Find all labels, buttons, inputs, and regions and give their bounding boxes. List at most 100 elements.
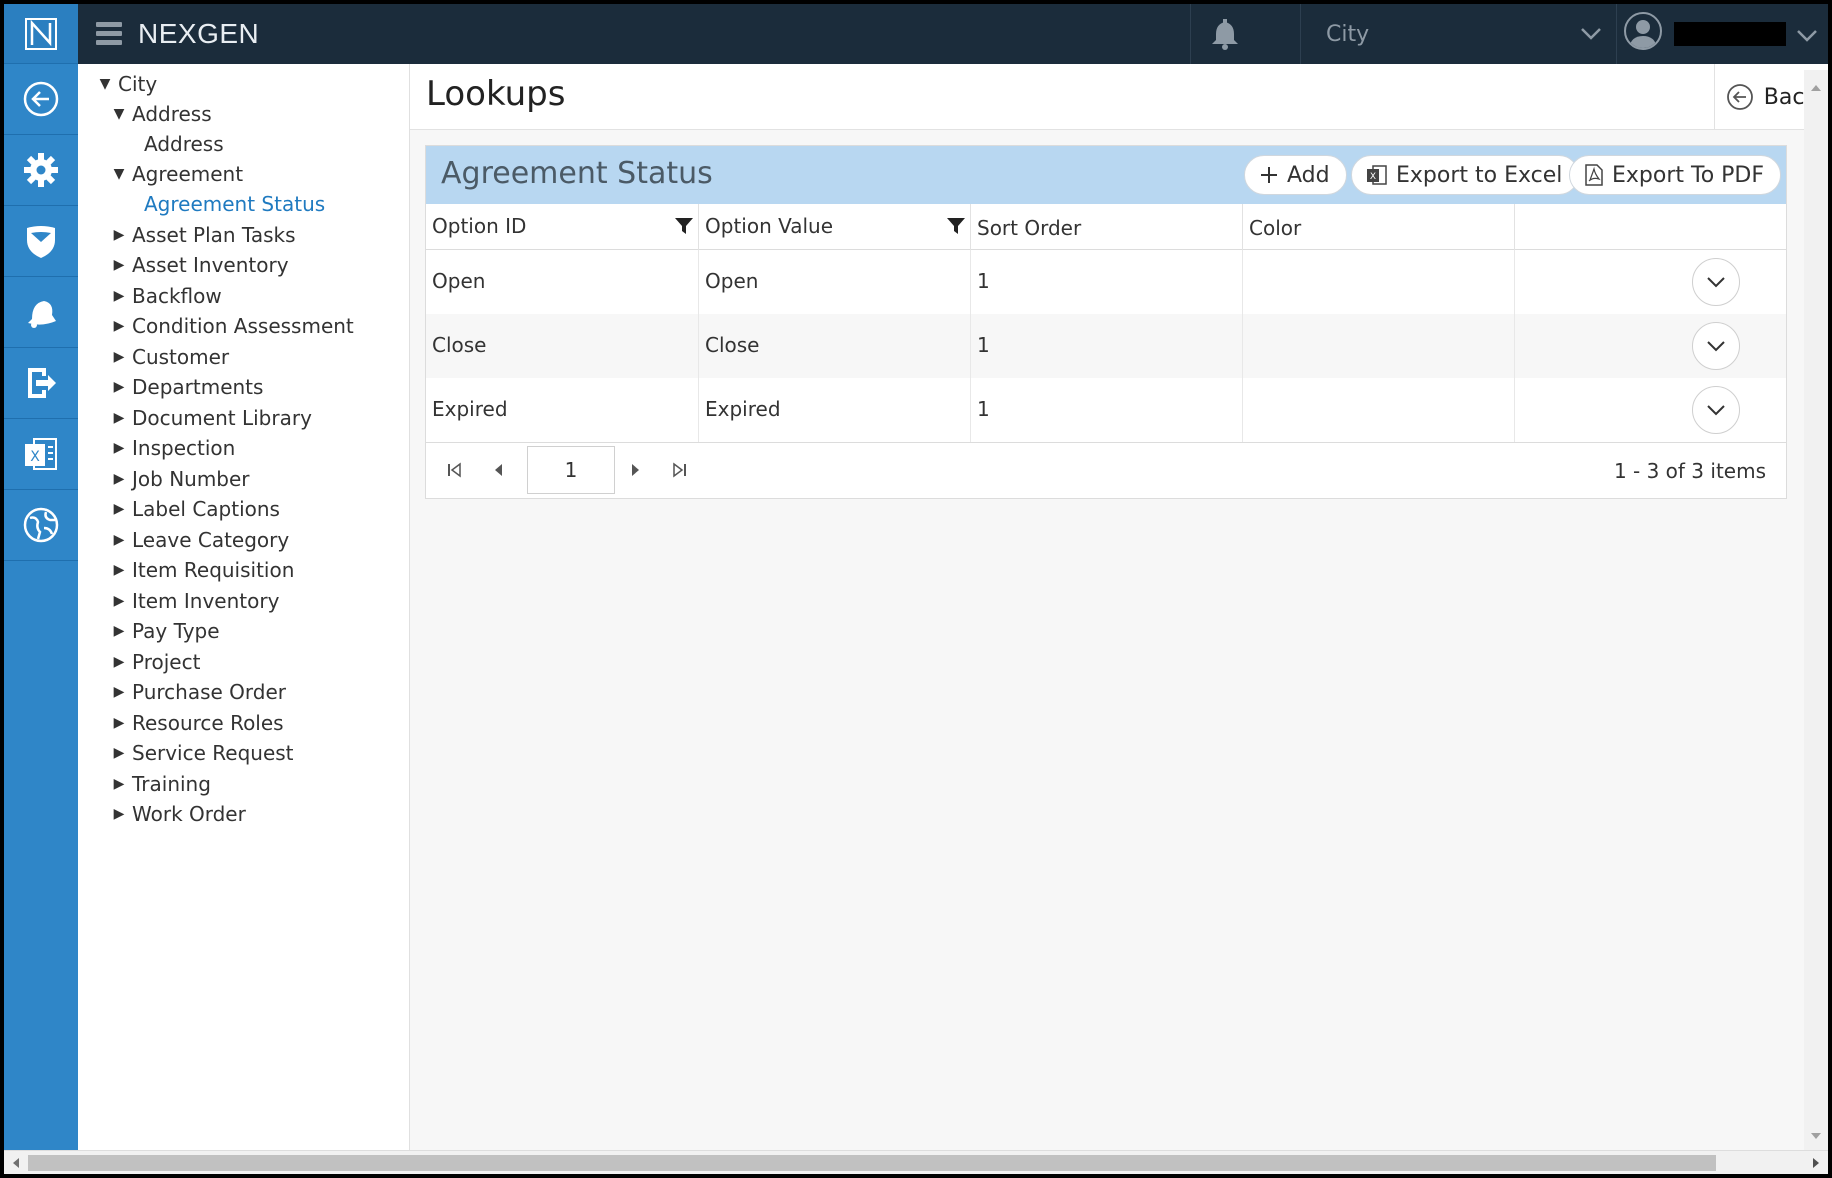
logo-icon[interactable] — [4, 4, 78, 64]
tree-node[interactable]: ▶ Asset Plan Tasks — [108, 221, 296, 249]
tree-node[interactable]: ▶ Backflow — [108, 282, 222, 310]
next-page-icon[interactable] — [630, 461, 642, 483]
tree-node[interactable]: ▶ Document Library — [108, 404, 312, 432]
caret-down-icon[interactable]: ▼ — [108, 166, 130, 182]
hamburger-menu-icon[interactable] — [96, 22, 122, 46]
pager-info: 1 - 3 of 3 items — [1613, 459, 1766, 483]
tree-node-address[interactable]: Address — [142, 130, 224, 158]
tree-node-agreement-status[interactable]: Agreement Status — [142, 190, 325, 218]
gear-icon[interactable] — [4, 135, 78, 206]
add-button[interactable]: Add — [1244, 155, 1347, 195]
row-expand-button[interactable] — [1692, 386, 1740, 434]
column-header-option-id[interactable]: Option ID — [426, 204, 699, 250]
column-header-actions — [1515, 204, 1786, 250]
caret-right-icon[interactable]: ▶ — [108, 288, 130, 304]
avatar-icon — [1624, 12, 1662, 50]
back-circle-icon[interactable] — [4, 64, 78, 135]
svg-text:X: X — [30, 449, 40, 465]
column-header-sort-order[interactable]: Sort Order — [971, 204, 1243, 250]
last-page-icon[interactable] — [672, 461, 688, 483]
tree-node[interactable]: ▶ Service Request — [108, 739, 294, 767]
cell-sort-order: 1 — [971, 314, 1243, 378]
filter-icon[interactable] — [674, 216, 694, 241]
tree-node[interactable]: ▶ Job Number — [108, 465, 250, 493]
caret-right-icon[interactable]: ▶ — [108, 562, 130, 578]
tree-node-city[interactable]: ▼ City — [94, 70, 158, 98]
caret-right-icon[interactable]: ▶ — [108, 593, 130, 609]
page-number-input[interactable]: 1 — [527, 446, 615, 494]
tree-node[interactable]: ▶ Inspection — [108, 434, 236, 462]
tree-node-agreement-group[interactable]: ▼ Agreement — [108, 160, 243, 188]
column-header-color[interactable]: Color — [1243, 204, 1515, 250]
tree-node[interactable]: ▶ Item Inventory — [108, 587, 280, 615]
horizontal-scrollbar[interactable] — [4, 1150, 1828, 1174]
caret-right-icon[interactable]: ▶ — [108, 349, 130, 365]
tree-node[interactable]: ▶ Customer — [108, 343, 230, 371]
lookup-tree: ▼ City ▼ Address Address ▼ Agreement Agreem… — [78, 64, 410, 1150]
caret-down-icon[interactable]: ▼ — [108, 106, 130, 122]
tree-node[interactable]: ▶ Purchase Order — [108, 678, 286, 706]
user-menu[interactable] — [1624, 12, 1824, 56]
first-page-icon[interactable] — [446, 461, 462, 483]
grid-toolbar: Agreement Status Add X Export to Excel E… — [426, 146, 1786, 204]
tree-node[interactable]: ▶ Project — [108, 648, 201, 676]
scroll-right-icon[interactable] — [1806, 1151, 1826, 1174]
scroll-down-icon[interactable] — [1804, 1126, 1828, 1146]
bell-icon[interactable] — [4, 277, 78, 348]
table-row[interactable]: Open Open 1 — [426, 250, 1786, 314]
export-pdf-button[interactable]: Export To PDF — [1569, 155, 1782, 195]
globe-icon[interactable] — [4, 490, 78, 561]
tree-node[interactable]: ▶ Work Order — [108, 800, 246, 828]
horizontal-scroll-thumb[interactable] — [28, 1155, 1716, 1171]
icon-rail: X — [4, 4, 78, 1150]
row-expand-button[interactable] — [1692, 258, 1740, 306]
row-expand-button[interactable] — [1692, 322, 1740, 370]
tree-node[interactable]: ▶ Condition Assessment — [108, 312, 354, 340]
tree-node[interactable]: ▶ Item Requisition — [108, 556, 295, 584]
table-row[interactable]: Expired Expired 1 — [426, 378, 1786, 442]
caret-right-icon[interactable]: ▶ — [108, 318, 130, 334]
tree-node[interactable]: ▶ Training — [108, 770, 211, 798]
tree-node[interactable]: ▶ Pay Type — [108, 617, 220, 645]
caret-right-icon[interactable]: ▶ — [108, 745, 130, 761]
tree-node[interactable]: ▶ Departments — [108, 373, 264, 401]
caret-right-icon[interactable]: ▶ — [108, 532, 130, 548]
page-header: Lookups Back — [410, 64, 1828, 130]
app-window: X NEXGEN City ▼ City ▼ Address Address ▼… — [4, 4, 1828, 1174]
cell-option-value: Open — [699, 250, 971, 314]
city-select[interactable]: City — [1326, 4, 1626, 64]
caret-right-icon[interactable]: ▶ — [108, 227, 130, 243]
vertical-scrollbar[interactable] — [1804, 70, 1828, 1150]
caret-right-icon[interactable]: ▶ — [108, 684, 130, 700]
caret-right-icon[interactable]: ▶ — [108, 654, 130, 670]
caret-right-icon[interactable]: ▶ — [108, 806, 130, 822]
tree-node[interactable]: ▶ Asset Inventory — [108, 251, 289, 279]
export-excel-button[interactable]: X Export to Excel — [1351, 155, 1580, 195]
column-header-option-value[interactable]: Option Value — [699, 204, 971, 250]
caret-right-icon[interactable]: ▶ — [108, 623, 130, 639]
prev-page-icon[interactable] — [492, 461, 504, 483]
tree-node[interactable]: ▶ Label Captions — [108, 495, 280, 523]
scroll-left-icon[interactable] — [6, 1151, 26, 1174]
table-row[interactable]: Close Close 1 — [426, 314, 1786, 378]
caret-right-icon[interactable]: ▶ — [108, 471, 130, 487]
exit-icon[interactable] — [4, 348, 78, 419]
filter-icon[interactable] — [946, 216, 966, 241]
tree-node[interactable]: ▶ Resource Roles — [108, 709, 284, 737]
caret-right-icon[interactable]: ▶ — [108, 715, 130, 731]
caret-right-icon[interactable]: ▶ — [108, 440, 130, 456]
tree-node-address-group[interactable]: ▼ Address — [108, 100, 212, 128]
caret-right-icon[interactable]: ▶ — [108, 501, 130, 517]
caret-right-icon[interactable]: ▶ — [108, 410, 130, 426]
excel-icon[interactable]: X — [4, 419, 78, 490]
notification-bell-icon[interactable] — [1208, 18, 1242, 56]
caret-right-icon[interactable]: ▶ — [108, 776, 130, 792]
tree-node[interactable]: ▶ Leave Category — [108, 526, 290, 554]
chevron-down-icon — [1580, 26, 1602, 45]
caret-right-icon[interactable]: ▶ — [108, 257, 130, 273]
scroll-up-icon[interactable] — [1804, 78, 1828, 98]
caret-down-icon[interactable]: ▼ — [94, 76, 116, 92]
shield-icon[interactable] — [4, 206, 78, 277]
caret-right-icon[interactable]: ▶ — [108, 379, 130, 395]
cell-color — [1243, 314, 1515, 378]
